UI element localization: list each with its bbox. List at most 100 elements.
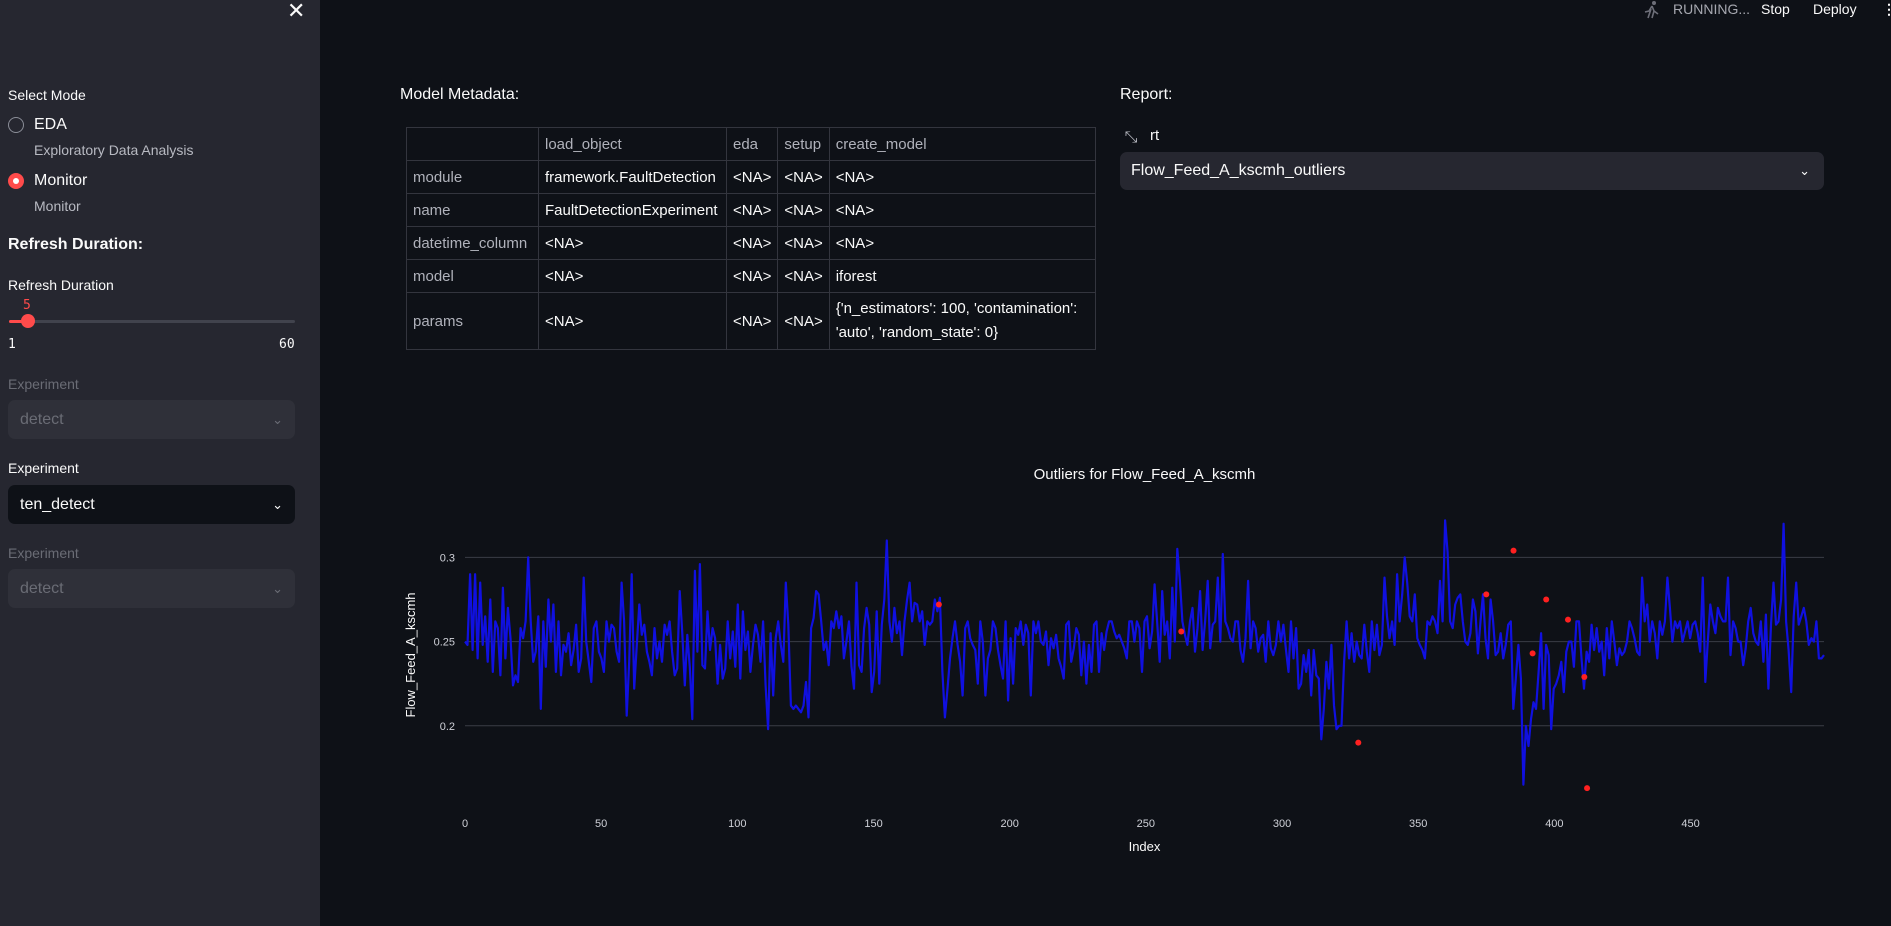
table-cell: <NA>: [777, 292, 830, 350]
table-cell: framework.FaultDetection: [538, 160, 727, 194]
outlier-point: [1355, 739, 1362, 746]
table-cell: <NA>: [725, 226, 779, 260]
table-cell: <NA>: [725, 292, 779, 350]
table-cell: <NA>: [538, 292, 727, 350]
experiment-select-3-value: detect: [20, 580, 64, 597]
outlier-point: [1178, 628, 1185, 635]
table-header-cell: setup: [777, 127, 830, 161]
table-cell: FaultDetectionExperiment: [538, 193, 727, 227]
x-tick-label: 200: [1001, 818, 1019, 830]
deploy-button[interactable]: Deploy: [1813, 1, 1857, 17]
experiment-select-2[interactable]: ten_detect ⌄: [8, 485, 295, 524]
x-tick-label: 400: [1545, 818, 1563, 830]
experiment-label-2: Experiment: [8, 460, 79, 476]
slider-value: 5: [23, 298, 31, 313]
chart-title: Outliers for Flow_Feed_A_kscmh: [1034, 466, 1256, 483]
table-cell: <NA>: [725, 193, 779, 227]
x-tick-label: 350: [1409, 818, 1427, 830]
experiment-select-1-value: detect: [20, 411, 64, 428]
table-cell: <NA>: [828, 226, 1096, 260]
x-tick-label: 100: [728, 818, 746, 830]
table-row: model <NA> <NA> <NA> iforest: [406, 259, 1096, 293]
table-header-cell: [406, 127, 539, 161]
table-cell: <NA>: [538, 226, 727, 260]
params-line: {'n_estimators': 100, 'contamination':: [835, 300, 1078, 317]
outlier-chart: Outliers for Flow_Feed_A_kscmh 0.2 0.25 0.3…: [400, 450, 1840, 870]
table-cell: <NA>: [777, 193, 830, 227]
radio-monitor[interactable]: [8, 173, 24, 189]
table-cell: name: [406, 193, 539, 227]
table-cell: <NA>: [828, 193, 1096, 227]
table-cell: <NA>: [828, 160, 1096, 194]
metadata-table: load_object eda setup create_model modul…: [406, 127, 1096, 350]
outlier-point: [1543, 596, 1550, 603]
slider-max: 60: [279, 337, 295, 352]
table-cell: <NA>: [538, 259, 727, 293]
outlier-point: [1529, 650, 1536, 657]
table-header-row: load_object eda setup create_model: [406, 127, 1096, 161]
report-title: Report:: [1120, 86, 1173, 103]
table-header-cell: create_model: [828, 127, 1096, 161]
table-cell: module: [406, 160, 539, 194]
select-mode-label: Select Mode: [8, 87, 86, 103]
running-man-icon: [1644, 1, 1659, 19]
table-cell: <NA>: [777, 259, 830, 293]
outlier-point: [1584, 785, 1591, 792]
chevron-down-icon: ⌄: [1799, 163, 1810, 178]
table-header-cell: load_object: [538, 127, 727, 161]
outlier-point: [1564, 616, 1571, 623]
table-cell: model: [406, 259, 539, 293]
metadata-title: Model Metadata:: [400, 86, 520, 103]
x-tick-label: 300: [1273, 818, 1291, 830]
close-icon[interactable]: ✕: [287, 0, 305, 22]
table-cell: <NA>: [777, 160, 830, 194]
running-status: RUNNING...: [1673, 1, 1750, 17]
refresh-slider-label: Refresh Duration: [8, 277, 114, 293]
chart-svg: Outliers for Flow_Feed_A_kscmh 0.2 0.25 0.3…: [403, 466, 1825, 854]
params-line: 'auto', 'random_state': 0}: [835, 324, 999, 341]
slider-track[interactable]: [9, 320, 295, 323]
x-tick-label: 150: [864, 818, 882, 830]
report-select[interactable]: Flow_Feed_A_kscmh_outliers ⌄: [1120, 152, 1824, 190]
x-tick-label: 50: [595, 818, 607, 830]
table-cell: <NA>: [725, 160, 779, 194]
expand-icon[interactable]: ⤡: [1121, 128, 1141, 148]
chevron-down-icon: ⌄: [272, 497, 283, 512]
radio-eda-label[interactable]: EDA: [34, 116, 67, 134]
x-tick-label: 450: [1681, 818, 1699, 830]
radio-monitor-label[interactable]: Monitor: [34, 172, 87, 190]
sidebar: ✕ Select Mode EDA Exploratory Data Analy…: [0, 0, 320, 926]
table-cell: params: [406, 292, 539, 350]
table-cell: iforest: [828, 259, 1096, 293]
outlier-point: [1581, 673, 1588, 680]
chevron-down-icon: ⌄: [272, 581, 283, 596]
experiment-label-3: Experiment: [8, 545, 79, 561]
kebab-menu-icon[interactable]: ⋮: [1882, 1, 1891, 18]
table-row: datetime_column <NA> <NA> <NA> <NA>: [406, 226, 1096, 260]
table-header-cell: eda: [725, 127, 779, 161]
radio-monitor-caption: Monitor: [34, 198, 81, 214]
y-tick-label: 0.2: [440, 721, 455, 733]
x-tick-label: 250: [1137, 818, 1155, 830]
table-cell: {'n_estimators': 100, 'contamination': 'a…: [828, 292, 1096, 350]
x-axis-label: Index: [1129, 839, 1161, 854]
slider-thumb[interactable]: [21, 314, 35, 328]
outlier-point: [1483, 591, 1490, 598]
y-tick-label: 0.3: [440, 552, 455, 564]
table-row: params <NA> <NA> <NA> {'n_estimators': 1…: [406, 292, 1096, 350]
table-row: name FaultDetectionExperiment <NA> <NA> …: [406, 193, 1096, 227]
experiment-select-1: detect ⌄: [8, 400, 295, 439]
experiment-label-1: Experiment: [8, 376, 79, 392]
refresh-heading: Refresh Duration:: [8, 236, 144, 253]
chevron-down-icon: ⌄: [272, 412, 283, 427]
slider-min: 1: [8, 337, 16, 352]
table-cell: <NA>: [777, 226, 830, 260]
y-tick-label: 0.25: [434, 637, 455, 649]
radio-eda[interactable]: [8, 117, 24, 133]
y-axis-label: Flow_Feed_A_kscmh: [403, 593, 418, 718]
stop-button[interactable]: Stop: [1761, 1, 1790, 17]
report-select-label: rt: [1150, 127, 1160, 144]
experiment-select-3: detect ⌄: [8, 569, 295, 608]
table-cell: datetime_column: [406, 226, 539, 260]
series-line: [464, 519, 1825, 786]
